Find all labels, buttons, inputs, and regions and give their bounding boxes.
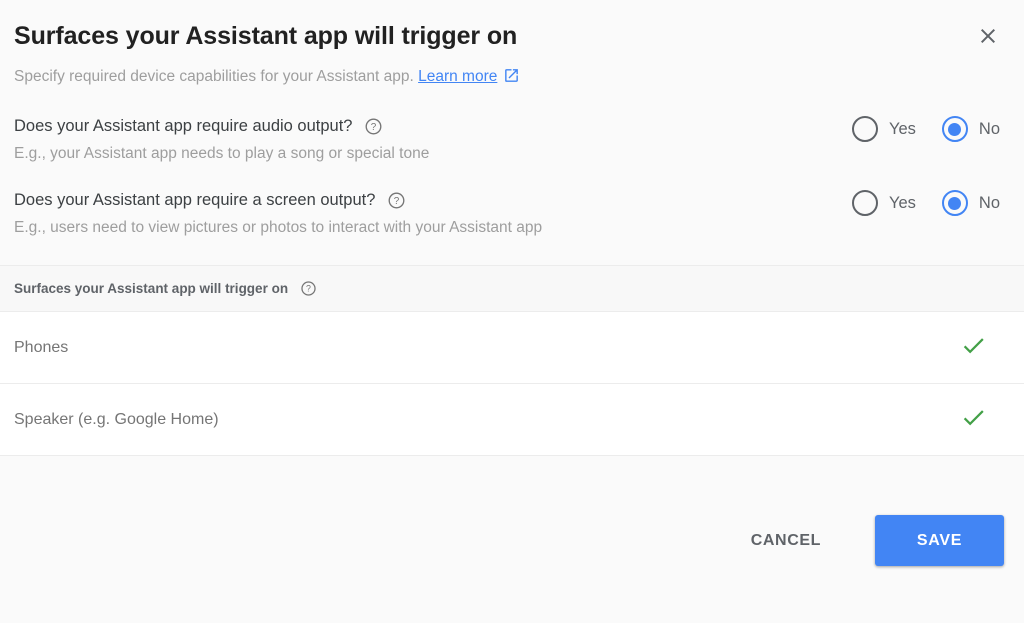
question-text-block: Does your Assistant app require a screen…: [14, 189, 542, 239]
radio-label: Yes: [888, 119, 916, 138]
question-label-row: Does your Assistant app require audio ou…: [14, 115, 429, 137]
learn-more-link[interactable]: Learn more: [418, 68, 497, 85]
questions-section: Does your Assistant app require audio ou…: [0, 91, 1024, 239]
question-label-row: Does your Assistant app require a screen…: [14, 189, 542, 211]
question-row-audio-output: Does your Assistant app require audio ou…: [14, 91, 1010, 165]
radio-label: Yes: [888, 193, 916, 212]
question-text-block: Does your Assistant app require audio ou…: [14, 115, 429, 165]
question-row-screen-output: Does your Assistant app require a screen…: [14, 165, 1010, 239]
radio-mark: [851, 116, 878, 142]
radio-mark-selected: [941, 116, 968, 142]
question-description: E.g., your Assistant app needs to play a…: [14, 145, 430, 162]
question-label: Does your Assistant app require a screen…: [14, 191, 376, 209]
help-icon[interactable]: ?: [387, 191, 406, 210]
dialog-header: Surfaces your Assistant app will trigger…: [0, 0, 1024, 52]
svg-text:?: ?: [371, 122, 377, 133]
check-icon: [960, 332, 987, 364]
cancel-button[interactable]: CANCEL: [735, 522, 837, 560]
dialog-footer: CANCEL SAVE: [0, 456, 1024, 623]
check-icon: [960, 404, 987, 436]
radio-option-audio-yes[interactable]: Yes: [851, 116, 916, 142]
radio-group-audio-output: Yes No: [851, 115, 1010, 142]
surface-label: Phones: [14, 338, 69, 356]
surfaces-dialog: Surfaces your Assistant app will trigger…: [0, 0, 1024, 623]
surface-row-speaker[interactable]: Speaker (e.g. Google Home): [0, 384, 1024, 456]
radio-label: No: [978, 119, 1000, 138]
radio-mark-selected: [941, 190, 968, 216]
save-button[interactable]: SAVE: [875, 515, 1004, 566]
dialog-subtitle: Specify required device capabilities for…: [0, 52, 1024, 91]
question-description: E.g., users need to view pictures or pho…: [14, 219, 543, 236]
radio-label: No: [978, 193, 1000, 212]
surface-label: Speaker (e.g. Google Home): [14, 410, 219, 428]
help-icon[interactable]: ?: [300, 280, 317, 297]
surfaces-section-header: Surfaces your Assistant app will trigger…: [0, 265, 1024, 312]
close-button[interactable]: [970, 18, 1006, 54]
dialog-subtitle-text: Specify required device capabilities for…: [14, 68, 414, 85]
surface-row-phones[interactable]: Phones: [0, 312, 1024, 384]
surfaces-section: Surfaces your Assistant app will trigger…: [0, 265, 1024, 456]
radio-group-screen-output: Yes No: [851, 189, 1010, 216]
radio-option-screen-no[interactable]: No: [941, 190, 1000, 216]
radio-mark: [851, 190, 878, 216]
radio-option-audio-no[interactable]: No: [941, 116, 1000, 142]
question-label: Does your Assistant app require audio ou…: [14, 117, 353, 135]
close-icon: [976, 24, 1000, 48]
radio-option-screen-yes[interactable]: Yes: [851, 190, 916, 216]
surfaces-section-title: Surfaces your Assistant app will trigger…: [14, 281, 289, 296]
external-link-icon[interactable]: [503, 67, 520, 91]
page-title: Surfaces your Assistant app will trigger…: [14, 22, 518, 50]
svg-text:?: ?: [306, 284, 311, 294]
help-icon[interactable]: ?: [364, 117, 383, 136]
svg-text:?: ?: [394, 196, 400, 207]
